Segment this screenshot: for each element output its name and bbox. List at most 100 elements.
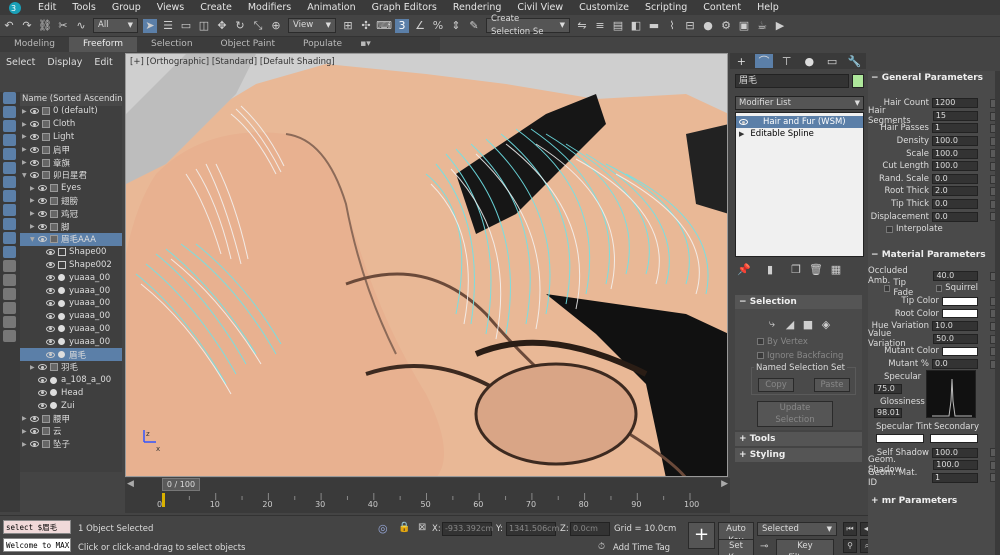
menu-edit[interactable]: Edit	[30, 0, 64, 15]
visibility-eye-icon[interactable]	[46, 338, 55, 345]
pivot-icon[interactable]: ⊞	[341, 19, 355, 33]
expand-arrow-icon[interactable]: ▶	[30, 364, 38, 371]
link-icon[interactable]: ⛓	[38, 19, 52, 33]
expand-arrow-icon[interactable]: ▼	[22, 172, 30, 179]
copy-button[interactable]: Copy	[758, 378, 794, 392]
snap-toggle-icon[interactable]: 3	[395, 18, 409, 33]
expand-arrow-icon[interactable]: ▶	[22, 415, 30, 422]
menu-group[interactable]: Group	[104, 0, 149, 15]
explorer-row[interactable]: ▶ 云	[20, 425, 122, 438]
filter-all-icon[interactable]	[3, 260, 16, 272]
occluded-amb-field[interactable]: 40.0	[933, 270, 978, 281]
explorer-row[interactable]: ▼ 卯日星君	[20, 169, 122, 182]
menu-graph-editors[interactable]: Graph Editors	[364, 0, 445, 15]
styling-rollout-header[interactable]: + Styling	[735, 448, 862, 462]
visibility-eye-icon[interactable]	[30, 159, 39, 166]
geom-shadow-field[interactable]: 100.0	[933, 460, 978, 471]
create-tab-icon[interactable]: +	[732, 54, 751, 68]
parameters-scrollbar[interactable]	[995, 71, 1000, 555]
explorer-row[interactable]: ▶ Cloth	[20, 118, 122, 131]
x-coord-field[interactable]: -933.392cm	[442, 522, 493, 536]
filter-shapes-icon[interactable]	[3, 106, 16, 118]
visibility-eye-icon[interactable]	[38, 364, 47, 371]
configure-sets-icon[interactable]: ▦	[829, 262, 843, 276]
explorer-row[interactable]: ▶ 羽毛	[20, 361, 122, 374]
toggle-scene-explorer-icon[interactable]: ▤	[611, 19, 625, 33]
render-setup-icon[interactable]: ⚙	[719, 19, 733, 33]
tab-object-paint[interactable]: Object Paint	[207, 37, 289, 52]
glossiness-field[interactable]: 98.01	[874, 408, 902, 419]
explorer-row[interactable]: yuaaa_00	[20, 310, 122, 323]
filter-spacewarps-icon[interactable]	[3, 162, 16, 174]
time-slider-prev-icon[interactable]: ◀	[127, 479, 134, 489]
expand-arrow-icon[interactable]: ▶	[22, 133, 30, 140]
menu-modifiers[interactable]: Modifiers	[240, 0, 299, 15]
hierarchy-tab-icon[interactable]: ⊤	[777, 54, 796, 68]
add-time-tag[interactable]: Add Time Tag	[613, 543, 670, 553]
explorer-menu-edit[interactable]: Edit	[88, 53, 118, 73]
tab-populate[interactable]: Populate	[289, 37, 356, 52]
by-vertex-option[interactable]: By Vertex	[735, 331, 862, 347]
general-param-field[interactable]: 1200	[932, 98, 978, 109]
time-slider-track[interactable]: ◀ ▶	[125, 478, 730, 491]
redo-icon[interactable]: ↷	[20, 19, 34, 33]
explorer-row[interactable]: yuaaa_00	[20, 323, 122, 336]
mirror-icon[interactable]: ⇋	[575, 19, 589, 33]
expand-arrow-icon[interactable]: ▶	[30, 210, 38, 217]
rect-region-icon[interactable]: ▭	[179, 19, 193, 33]
explorer-row[interactable]: a_108_a_00	[20, 374, 122, 387]
visibility-eye-icon[interactable]	[30, 133, 39, 140]
ribbon-options-icon[interactable]: ▪▾	[356, 37, 375, 52]
explorer-row[interactable]: ▼ 眉毛AAA	[20, 232, 122, 246]
render-iterative-icon[interactable]: ▶	[773, 19, 787, 33]
key-selection-dropdown[interactable]: Selected ▼	[757, 522, 837, 536]
time-slider-next-icon[interactable]: ▶	[721, 479, 728, 489]
visibility-eye-icon[interactable]	[46, 313, 55, 320]
selection-rollout-header[interactable]: − Selection	[735, 295, 862, 309]
tab-selection[interactable]: Selection	[137, 37, 206, 52]
tab-modeling[interactable]: Modeling	[0, 37, 69, 52]
explorer-column-header[interactable]: Name (Sorted Ascending	[20, 93, 122, 106]
schematic-view-icon[interactable]: ⊟	[683, 19, 697, 33]
interpolate-option[interactable]: Interpolate	[868, 223, 1000, 236]
visibility-eye-icon[interactable]	[38, 236, 47, 243]
place-icon[interactable]: ⊕	[269, 19, 283, 33]
general-param-field[interactable]: 100.0	[932, 161, 978, 172]
filter-geometry-icon[interactable]	[3, 92, 16, 104]
expand-icon[interactable]: ▶	[739, 130, 744, 138]
goto-start-icon[interactable]: ⏮	[843, 522, 857, 536]
object-name-field[interactable]: 眉毛	[735, 74, 849, 88]
material-params-header[interactable]: − Material Parameters	[868, 248, 1000, 262]
explorer-row[interactable]: Head	[20, 387, 122, 400]
viewport-orthographic[interactable]: z x	[125, 53, 728, 477]
general-param-field[interactable]: 0.0	[932, 199, 978, 210]
viewport-label[interactable]: [+] [Orthographic] [Standard] [Default S…	[130, 57, 335, 67]
visibility-eye-icon[interactable]	[38, 402, 47, 409]
filter-hidden-icon[interactable]	[3, 246, 16, 258]
expand-arrow-icon[interactable]: ▶	[30, 223, 38, 230]
explorer-row[interactable]: ▶ Light	[20, 131, 122, 144]
angle-snap-icon[interactable]: ∠	[413, 19, 427, 33]
filter-cameras-icon[interactable]	[3, 134, 16, 146]
curve-editor-icon[interactable]: ⌇	[665, 19, 679, 33]
mutant-percent-field[interactable]: 0.0	[932, 358, 978, 369]
visibility-eye-icon[interactable]	[38, 377, 47, 384]
filter-containers-icon[interactable]	[3, 218, 16, 230]
undo-icon[interactable]: ↶	[2, 19, 16, 33]
selection-filter-dropdown[interactable]: All ▼	[93, 18, 138, 33]
modify-tab-icon[interactable]: ⌒	[754, 54, 774, 68]
explorer-options-icon[interactable]	[3, 316, 16, 328]
general-param-field[interactable]: 1	[932, 123, 978, 134]
tab-freeform[interactable]: Freeform	[68, 37, 138, 52]
stack-item-hair-and-fur[interactable]: Hair and Fur (WSM)	[736, 116, 863, 128]
mr-params-header[interactable]: + mr Parameters	[868, 494, 1000, 508]
rendered-frame-window-icon[interactable]: ▣	[737, 19, 751, 33]
general-param-field[interactable]: 100.0	[932, 148, 978, 159]
filter-lights-icon[interactable]	[3, 120, 16, 132]
app-logo-icon[interactable]: 3	[0, 0, 30, 15]
track-bar[interactable]: 0 10 20 30 40 50 60 70 80 90 100	[125, 491, 730, 513]
filter-frozen-icon[interactable]	[3, 232, 16, 244]
stack-item-editable-spline[interactable]: ▶ Editable Spline	[736, 128, 863, 140]
isolate-selection-icon[interactable]: ◎	[378, 522, 388, 535]
visibility-eye-icon[interactable]	[46, 274, 55, 281]
